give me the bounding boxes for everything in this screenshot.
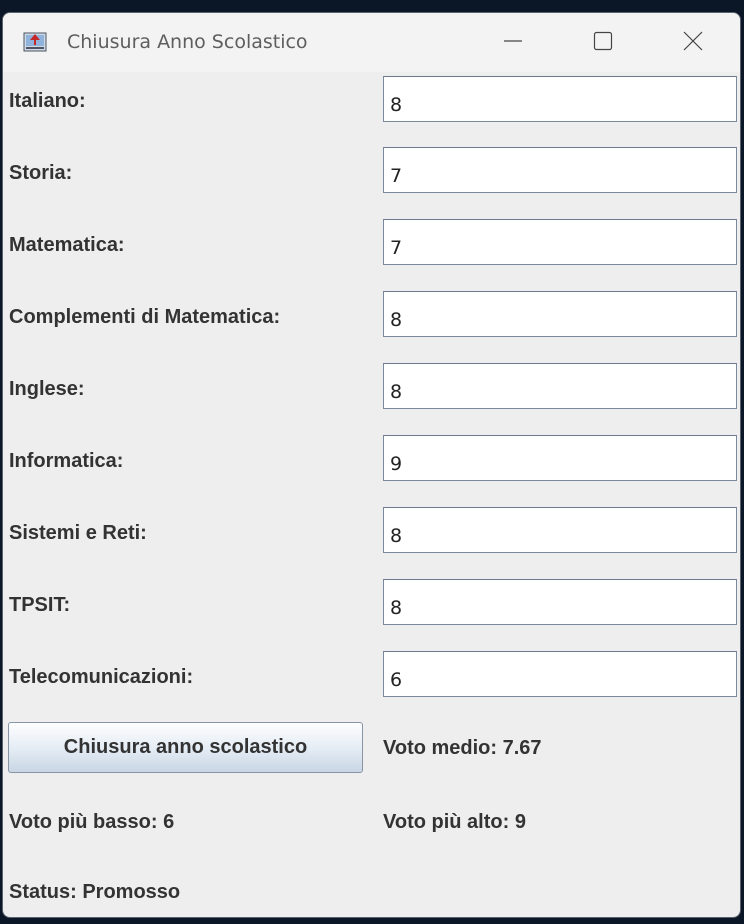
label-storia: Storia:: [9, 162, 73, 184]
close-icon: [682, 30, 704, 57]
java-app-icon: [23, 30, 47, 54]
chiusura-anno-button[interactable]: Chiusura anno scolastico: [8, 722, 363, 773]
label-matematica: Matematica:: [9, 234, 125, 256]
input-storia[interactable]: [383, 147, 737, 193]
lowest-grade-label: Voto più basso: 6: [9, 811, 175, 833]
maximize-icon: [592, 30, 614, 57]
input-telecomunicazioni[interactable]: [383, 651, 737, 697]
label-italiano: Italiano:: [9, 90, 86, 112]
input-informatica[interactable]: [383, 435, 737, 481]
minimize-button[interactable]: [493, 27, 533, 59]
input-sistemi-reti[interactable]: [383, 507, 737, 553]
highest-grade-label: Voto più alto: 9: [383, 811, 526, 833]
input-italiano[interactable]: [383, 76, 737, 122]
label-sistemi-reti: Sistemi e Reti:: [9, 522, 147, 544]
app-window: Chiusura Anno Scolastico Italiano: Stori…: [2, 12, 741, 918]
title-bar: Chiusura Anno Scolastico: [3, 13, 740, 72]
label-inglese: Inglese:: [9, 378, 85, 400]
label-telecomunicazioni: Telecomunicazioni:: [9, 666, 194, 688]
window-title: Chiusura Anno Scolastico: [67, 31, 308, 53]
input-complementi-matematica[interactable]: [383, 291, 737, 337]
average-grade-label: Voto medio: 7.67: [383, 737, 542, 759]
label-informatica: Informatica:: [9, 450, 124, 472]
label-complementi-matematica: Complementi di Matematica:: [9, 306, 281, 328]
maximize-button[interactable]: [583, 27, 623, 59]
close-button[interactable]: [673, 27, 713, 59]
minimize-icon: [502, 30, 524, 57]
input-tpsit[interactable]: [383, 579, 737, 625]
label-tpsit: TPSIT:: [9, 594, 71, 616]
input-inglese[interactable]: [383, 363, 737, 409]
input-matematica[interactable]: [383, 219, 737, 265]
status-label: Status: Promosso: [9, 881, 181, 903]
